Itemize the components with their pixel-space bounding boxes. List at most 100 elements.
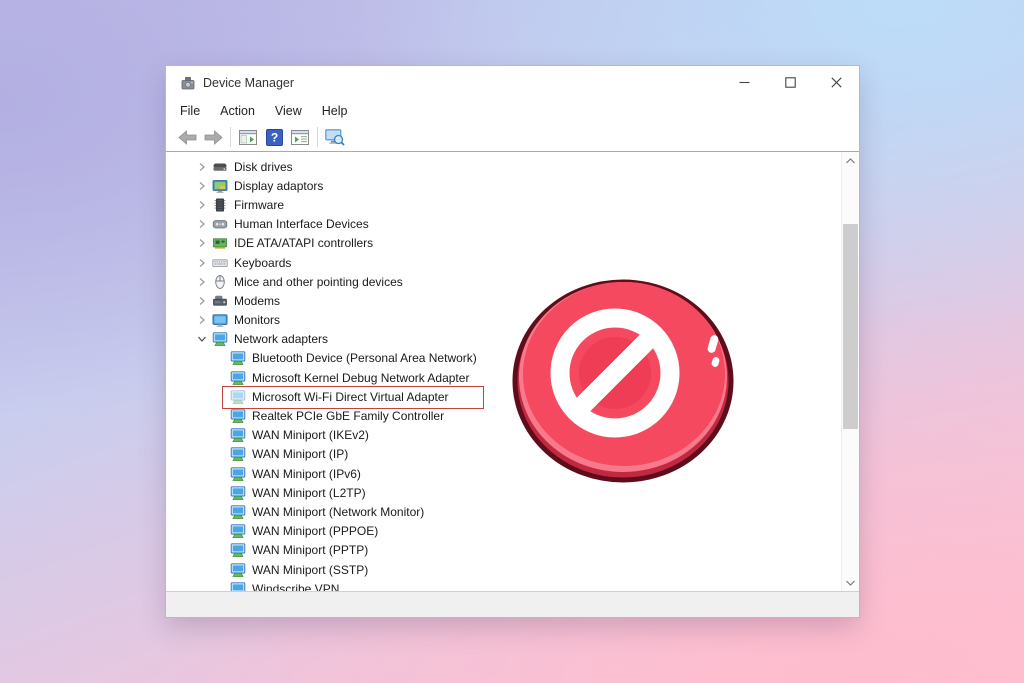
- tree-item[interactable]: WAN Miniport (IKEv2): [166, 426, 841, 445]
- network-icon: [230, 485, 246, 501]
- tree-item[interactable]: Microsoft Kernel Debug Network Adapter: [166, 368, 841, 387]
- vertical-scrollbar[interactable]: [841, 152, 859, 591]
- network-icon: [230, 542, 246, 558]
- tree-item-label: WAN Miniport (IP): [252, 447, 348, 461]
- tree-item-label: Realtek PCIe GbE Family Controller: [252, 409, 444, 423]
- status-bar: [166, 591, 859, 617]
- tree-item[interactable]: IDE ATA/ATAPI controllers: [166, 234, 841, 253]
- tree-item[interactable]: WAN Miniport (L2TP): [166, 483, 841, 502]
- scroll-up-icon[interactable]: [842, 152, 859, 169]
- close-button[interactable]: [813, 66, 859, 99]
- tree-item-label: WAN Miniport (L2TP): [252, 486, 366, 500]
- tree-item[interactable]: Mice and other pointing devices: [166, 272, 841, 291]
- tree-item[interactable]: Firmware: [166, 195, 841, 214]
- desktop-background: { "window": { "title": "Device Manager",…: [0, 0, 1024, 683]
- tree-item-label: WAN Miniport (SSTP): [252, 563, 368, 577]
- svg-text:?: ?: [270, 130, 277, 144]
- chevron-right-icon[interactable]: [194, 274, 210, 290]
- forward-icon[interactable]: [200, 125, 226, 149]
- scan-for-hardware-changes-icon[interactable]: [322, 125, 348, 149]
- menu-bar: File Action View Help: [166, 99, 859, 123]
- tree-item[interactable]: Display adaptors: [166, 176, 841, 195]
- chevron-right-icon[interactable]: [194, 293, 210, 309]
- title-bar[interactable]: Device Manager: [166, 66, 859, 99]
- chevron-down-icon[interactable]: [194, 331, 210, 347]
- window-title: Device Manager: [203, 76, 294, 90]
- network-icon: [230, 370, 246, 386]
- tree-item[interactable]: WAN Miniport (PPTP): [166, 541, 841, 560]
- tree-item[interactable]: Network adapters: [166, 330, 841, 349]
- network-icon: [230, 427, 246, 443]
- mouse-icon: [212, 274, 228, 290]
- tree-item-label: Keyboards: [234, 256, 291, 270]
- keyboard-icon: [212, 255, 228, 271]
- tree-item-label: Monitors: [234, 313, 280, 327]
- properties-icon[interactable]: [287, 125, 313, 149]
- tree-item[interactable]: Modems: [166, 291, 841, 310]
- scrollbar-thumb[interactable]: [843, 224, 858, 429]
- tree-item[interactable]: Microsoft Wi-Fi Direct Virtual Adapter: [166, 387, 841, 406]
- network-icon: [230, 466, 246, 482]
- tree-item-label: WAN Miniport (PPPOE): [252, 524, 378, 538]
- tree-item[interactable]: Disk drives: [166, 157, 841, 176]
- tree-item-label: Human Interface Devices: [234, 217, 369, 231]
- network-icon: [212, 331, 228, 347]
- toolbar-separator: [230, 127, 231, 147]
- tree-item-label: WAN Miniport (IPv6): [252, 467, 361, 481]
- tree-item[interactable]: WAN Miniport (SSTP): [166, 560, 841, 579]
- menu-action[interactable]: Action: [210, 101, 265, 121]
- menu-file[interactable]: File: [170, 101, 210, 121]
- tree-item-label: WAN Miniport (PPTP): [252, 543, 368, 557]
- network-icon: [230, 350, 246, 366]
- network-icon: [230, 523, 246, 539]
- chevron-right-icon[interactable]: [194, 216, 210, 232]
- maximize-button[interactable]: [767, 66, 813, 99]
- chevron-right-icon[interactable]: [194, 197, 210, 213]
- hid-icon: [212, 216, 228, 232]
- tree-item[interactable]: WAN Miniport (PPPOE): [166, 522, 841, 541]
- chevron-right-icon[interactable]: [194, 312, 210, 328]
- tree-item[interactable]: Monitors: [166, 311, 841, 330]
- menu-view[interactable]: View: [265, 101, 312, 121]
- tree-item[interactable]: Keyboards: [166, 253, 841, 272]
- modem-icon: [212, 293, 228, 309]
- display-icon: [212, 178, 228, 194]
- tree-item-label: Microsoft Wi-Fi Direct Virtual Adapter: [252, 390, 449, 404]
- disk-icon: [212, 159, 228, 175]
- tree-item-label: Mice and other pointing devices: [234, 275, 403, 289]
- back-icon[interactable]: [174, 125, 200, 149]
- ide-icon: [212, 235, 228, 251]
- chevron-right-icon[interactable]: [194, 178, 210, 194]
- tree-item-label: Firmware: [234, 198, 284, 212]
- network-icon: [230, 446, 246, 462]
- menu-help[interactable]: Help: [312, 101, 358, 121]
- tree-item-label: IDE ATA/ATAPI controllers: [234, 236, 373, 250]
- tree-item-label: Microsoft Kernel Debug Network Adapter: [252, 371, 469, 385]
- firmware-icon: [212, 197, 228, 213]
- show-hide-console-tree-icon[interactable]: [235, 125, 261, 149]
- chevron-right-icon[interactable]: [194, 235, 210, 251]
- tree-item[interactable]: Windscribe VPN: [166, 579, 841, 591]
- tree-item-label: Network adapters: [234, 332, 328, 346]
- tree-item[interactable]: WAN Miniport (Network Monitor): [166, 502, 841, 521]
- tree-item[interactable]: WAN Miniport (IP): [166, 445, 841, 464]
- chevron-right-icon[interactable]: [194, 255, 210, 271]
- toolbar: ?: [166, 123, 859, 152]
- prohibition-sign-icon: [510, 277, 737, 488]
- tree-item-label: Windscribe VPN: [252, 582, 339, 591]
- chevron-right-icon[interactable]: [194, 159, 210, 175]
- tree-item-label: Disk drives: [234, 160, 293, 174]
- help-icon[interactable]: ?: [261, 125, 287, 149]
- device-manager-icon: [180, 75, 196, 91]
- scroll-down-icon[interactable]: [842, 574, 859, 591]
- network-icon: [230, 562, 246, 578]
- tree-item-label: Modems: [234, 294, 280, 308]
- network-icon: [230, 408, 246, 424]
- tree-item[interactable]: Human Interface Devices: [166, 215, 841, 234]
- tree-item-label: Display adaptors: [234, 179, 323, 193]
- tree-item[interactable]: Bluetooth Device (Personal Area Network): [166, 349, 841, 368]
- device-tree: Disk drives Display adaptors Firmware Human…: [166, 152, 841, 591]
- tree-item[interactable]: WAN Miniport (IPv6): [166, 464, 841, 483]
- minimize-button[interactable]: [721, 66, 767, 99]
- tree-item[interactable]: Realtek PCIe GbE Family Controller: [166, 406, 841, 425]
